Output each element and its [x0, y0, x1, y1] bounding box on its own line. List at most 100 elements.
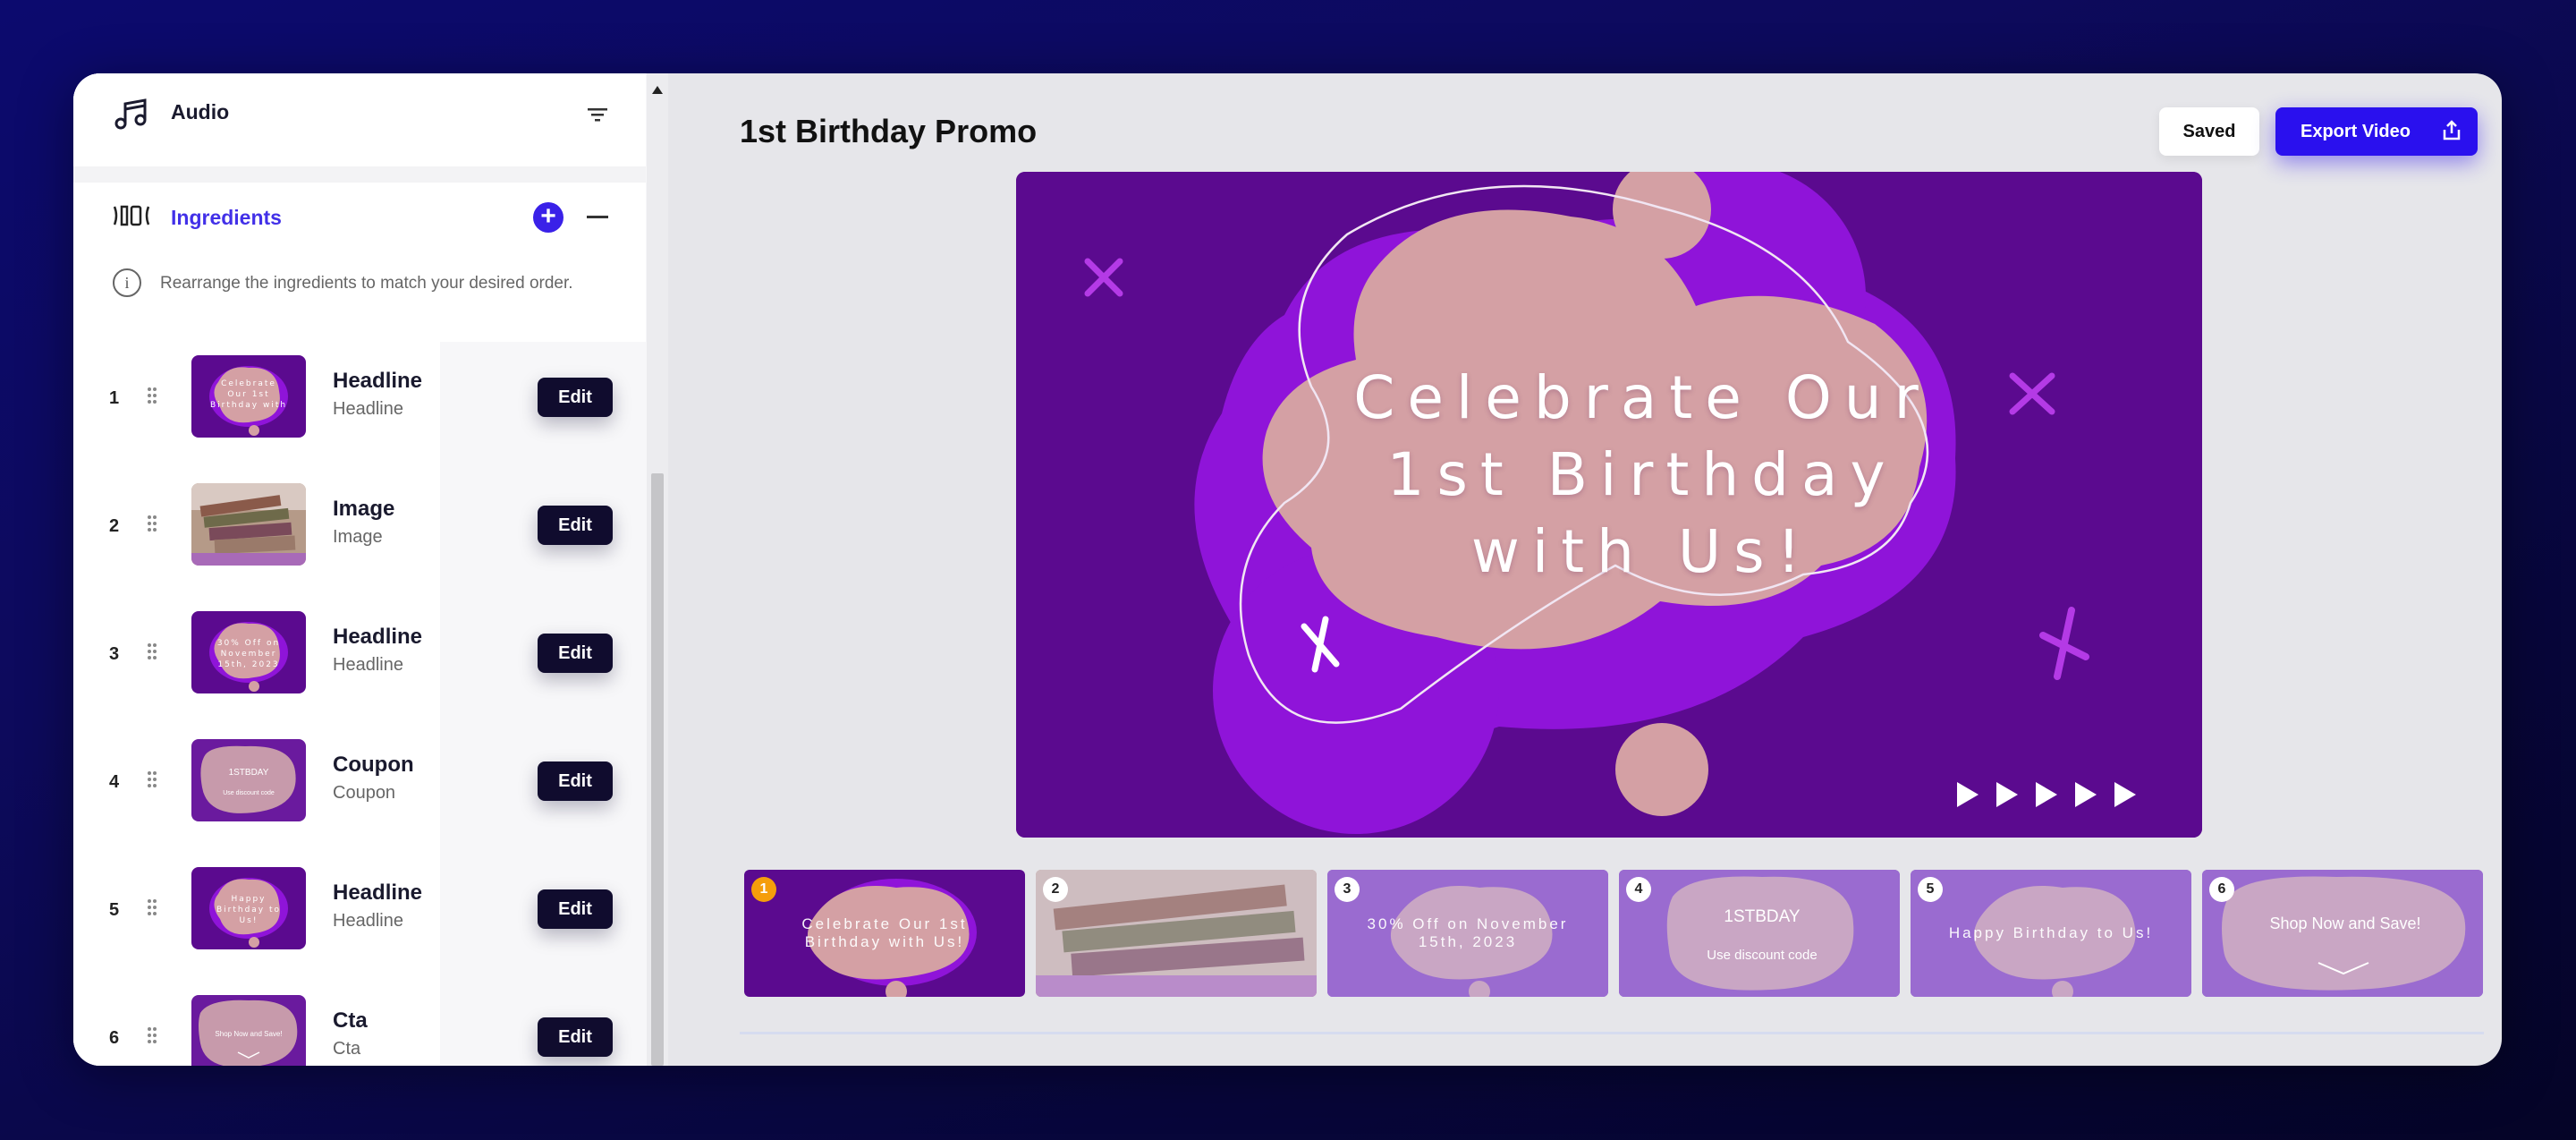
scroll-up-icon[interactable] [652, 86, 663, 94]
drag-handle-icon[interactable] [147, 898, 157, 916]
edit-button[interactable]: Edit [538, 506, 613, 545]
scrollbar-thumb[interactable] [651, 473, 664, 1066]
row-number: 1 [109, 388, 120, 408]
clip-number-badge: 2 [1043, 877, 1068, 902]
music-note-icon [114, 98, 147, 130]
edit-button[interactable]: Edit [538, 761, 613, 801]
export-video-button[interactable]: Export Video [2275, 107, 2478, 156]
list-item[interactable]: 5 Happy Birthday to Us! Headline Headlin… [73, 854, 646, 982]
ingredients-hint: Rearrange the ingredients to match your … [160, 274, 573, 293]
svg-text:Birthday to: Birthday to [216, 906, 281, 915]
clip-artwork: Shop Now and Save! [2202, 870, 2483, 997]
clip-number-badge: 5 [1918, 877, 1943, 902]
ingredient-type: Headline [333, 911, 403, 931]
svg-text:Our 1st: Our 1st [227, 390, 269, 399]
svg-text:November: November [221, 650, 277, 659]
ingredient-thumbnail: 1STBDAY Use discount code [191, 739, 306, 821]
svg-text:1STBDAY: 1STBDAY [229, 768, 269, 778]
ingredient-title: Headline [333, 881, 423, 905]
svg-text:Use discount code: Use discount code [1707, 948, 1817, 963]
svg-text:Us!: Us! [240, 916, 258, 925]
video-preview[interactable]: Celebrate Our 1st Birthday with Us! [1016, 172, 2202, 838]
svg-text:Celebrate: Celebrate [221, 379, 276, 388]
info-icon: i [113, 268, 141, 297]
ingredient-title: Cta [333, 1008, 368, 1033]
clip-text: Happy Birthday to Us! [1948, 924, 2154, 941]
clip-number-badge: 6 [2209, 877, 2234, 902]
timeline-clip[interactable]: Celebrate Our 1st Birthday with Us! 1 [744, 870, 1025, 997]
svg-text:1STBDAY: 1STBDAY [1724, 907, 1801, 926]
drag-handle-icon[interactable] [147, 642, 157, 660]
clip-artwork: 1STBDAY Use discount code [1619, 870, 1900, 997]
timeline-clip[interactable]: Happy Birthday to Us! 5 [1911, 870, 2191, 997]
drag-handle-icon[interactable] [147, 387, 157, 404]
ingredient-thumbnail: Shop Now and Save! [191, 995, 306, 1066]
list-item[interactable]: 1 Celebrate Our 1st Birthday with Headli… [73, 342, 646, 470]
sidebar: Audio Ingredients + i Rearrange the ingr… [73, 73, 668, 1066]
ingredient-type: Image [333, 527, 383, 547]
svg-text:Happy: Happy [231, 895, 266, 904]
list-item[interactable]: 6 Shop Now and Save! Cta Cta Edit [73, 982, 646, 1066]
plus-circle-icon: + [540, 201, 556, 231]
preview-headline[interactable]: Celebrate Our 1st Birthday with Us! [1284, 360, 2000, 591]
clip-overlay [1036, 870, 1317, 997]
drag-handle-icon[interactable] [147, 770, 157, 788]
ingredient-type: Headline [333, 655, 403, 675]
edit-button[interactable]: Edit [538, 378, 613, 417]
add-ingredient-button[interactable]: + [533, 202, 564, 233]
ingredient-thumbnail: Celebrate Our 1st Birthday with [191, 355, 306, 438]
timeline-divider [740, 1032, 2484, 1034]
ingredients-icon [113, 205, 150, 226]
ingredient-title: Headline [333, 625, 423, 649]
timeline-clip[interactable]: 30% Off on November 15th, 2023 3 [1327, 870, 1608, 997]
svg-text:15th, 2023: 15th, 2023 [217, 660, 279, 669]
svg-text:Shop Now and Save!: Shop Now and Save! [2269, 915, 2420, 932]
row-number: 2 [109, 516, 120, 536]
svg-text:Birthday with: Birthday with [210, 401, 287, 410]
section-divider [73, 166, 646, 183]
drag-handle-icon[interactable] [147, 1026, 157, 1044]
ingredient-thumbnail [191, 483, 306, 566]
edit-button[interactable]: Edit [538, 1017, 613, 1057]
clip-number-badge: 1 [751, 877, 776, 902]
ingredient-type: Coupon [333, 783, 396, 803]
list-item[interactable]: 4 1STBDAY Use discount code Coupon Coupo… [73, 726, 646, 854]
sidebar-scrollbar[interactable] [647, 73, 668, 1066]
list-item[interactable]: 3 30% Off on November 15th, 2023 Headlin… [73, 598, 646, 726]
timeline-clip[interactable]: Shop Now and Save! 6 [2202, 870, 2483, 997]
ingredient-title: Image [333, 497, 395, 521]
edit-button[interactable]: Edit [538, 634, 613, 673]
svg-text:Shop Now and Save!: Shop Now and Save! [215, 1030, 282, 1038]
audio-label: Audio [171, 100, 230, 123]
ingredients-label: Ingredients [171, 206, 282, 229]
row-number: 6 [109, 1028, 120, 1048]
row-number: 5 [109, 900, 120, 920]
edit-button[interactable]: Edit [538, 889, 613, 929]
row-number: 3 [109, 644, 120, 664]
svg-text:30% Off on: 30% Off on [217, 639, 280, 648]
timeline: Celebrate Our 1st Birthday with Us! 1 2 … [744, 870, 2484, 1000]
clip-number-badge: 3 [1335, 877, 1360, 902]
clip-number-badge: 4 [1626, 877, 1651, 902]
ingredient-title: Headline [333, 369, 423, 393]
saved-button[interactable]: Saved [2159, 107, 2259, 156]
list-item[interactable]: 2 Image Image Edit [73, 470, 646, 598]
drag-handle-icon[interactable] [147, 515, 157, 532]
ingredient-type: Cta [333, 1039, 361, 1059]
ingredient-title: Coupon [333, 753, 414, 777]
upload-icon [2443, 120, 2461, 140]
ingredient-thumbnail: Happy Birthday to Us! [191, 867, 306, 949]
timeline-clip[interactable]: 1STBDAY Use discount code 4 [1619, 870, 1900, 997]
page-title: 1st Birthday Promo [740, 113, 1038, 149]
collapse-ingredients-button[interactable] [587, 216, 608, 218]
clip-text: 30% Off on November 15th, 2023 [1367, 915, 1569, 950]
clip-text: Celebrate Our 1st Birthday with Us! [801, 915, 968, 950]
timeline-clip[interactable]: 2 [1036, 870, 1317, 997]
row-number: 4 [109, 772, 120, 792]
ingredient-thumbnail: 30% Off on November 15th, 2023 [191, 611, 306, 693]
sidebar-panel: Audio Ingredients + i Rearrange the ingr… [73, 73, 646, 1066]
filter-icon[interactable] [587, 104, 608, 125]
app-window: Audio Ingredients + i Rearrange the ingr… [73, 73, 2502, 1066]
audio-section-header[interactable]: Audio [73, 73, 646, 167]
ingredient-type: Headline [333, 399, 403, 419]
